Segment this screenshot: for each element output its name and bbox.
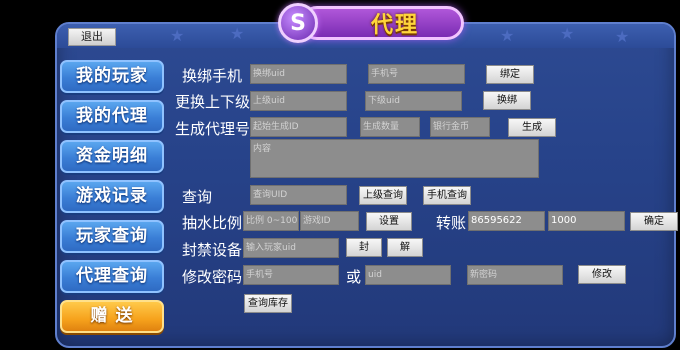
unban-button[interactable]: 解 <box>387 238 423 257</box>
set-rake-button[interactable]: 设置 <box>366 212 412 231</box>
ban-button[interactable]: 封 <box>346 238 382 257</box>
change-password-label: 修改密码 <box>182 268 243 286</box>
star-decoration: ★ <box>170 26 185 45</box>
change-phone-uid-input[interactable]: 换绑uid <box>250 64 347 84</box>
transfer-label: 转账 <box>436 214 467 232</box>
phone-query-button[interactable]: 手机查询 <box>423 186 471 205</box>
rake-ratio-label: 抽水比例 <box>182 214 243 232</box>
agent-logo-icon: S <box>278 3 318 43</box>
sidebar-item-my-players[interactable]: 我的玩家 <box>60 60 164 93</box>
transfer-amount-input[interactable]: 1000 <box>548 211 625 231</box>
generate-button[interactable]: 生成 <box>508 118 556 137</box>
superior-query-button[interactable]: 上级查询 <box>359 186 407 205</box>
query-label: 查询 <box>182 188 213 206</box>
modify-password-button[interactable]: 修改 <box>578 265 626 284</box>
sidebar-item-my-agents[interactable]: 我的代理 <box>60 100 164 133</box>
sidebar-item-game-records[interactable]: 游戏记录 <box>60 180 164 213</box>
star-decoration: ★ <box>230 24 245 43</box>
transfer-confirm-button[interactable]: 确定 <box>630 212 678 231</box>
change-superior-label: 更换上下级 <box>175 93 251 111</box>
password-phone-input[interactable]: 手机号 <box>243 265 339 285</box>
subordinate-uid-input[interactable]: 下级uid <box>365 91 462 111</box>
sidebar-item-agent-query[interactable]: 代理查询 <box>60 260 164 293</box>
rebind-button[interactable]: 换绑 <box>483 91 531 110</box>
rake-ratio-input[interactable]: 比例 0~100 <box>243 211 299 231</box>
superior-uid-input[interactable]: 上级uid <box>250 91 347 111</box>
game-id-input[interactable]: 游戏ID <box>300 211 359 231</box>
query-uid-input[interactable]: 查询UID <box>250 185 347 205</box>
sidebar-item-gift[interactable]: 赠 送 <box>60 300 164 333</box>
ban-uid-input[interactable]: 输入玩家uid <box>243 238 339 258</box>
sidebar-item-funds[interactable]: 资金明细 <box>60 140 164 173</box>
change-phone-number-input[interactable]: 手机号 <box>368 64 465 84</box>
new-password-input[interactable]: 新密码 <box>467 265 563 285</box>
or-label: 或 <box>346 268 362 286</box>
generate-count-input[interactable]: 生成数量 <box>360 117 420 137</box>
bind-button[interactable]: 绑定 <box>486 65 534 84</box>
star-decoration: ★ <box>560 24 575 43</box>
logout-button[interactable]: 退出 <box>68 28 116 46</box>
generate-agent-label: 生成代理号 <box>175 120 251 138</box>
change-phone-label: 换绑手机 <box>182 67 243 85</box>
page-title: 代理 <box>370 13 419 38</box>
star-decoration: ★ <box>500 26 515 45</box>
title-banner: S 代理 <box>278 3 464 43</box>
star-decoration: ★ <box>615 27 630 46</box>
sidebar-item-player-query[interactable]: 玩家查询 <box>60 220 164 253</box>
ban-device-label: 封禁设备 <box>182 241 243 259</box>
content-textarea[interactable]: 内容 <box>250 139 539 178</box>
query-inventory-button[interactable]: 查询库存 <box>244 294 292 313</box>
password-uid-input[interactable]: uid <box>365 265 451 285</box>
start-id-input[interactable]: 起始生成ID <box>250 117 347 137</box>
transfer-account-input[interactable]: 86595622 <box>468 211 545 231</box>
bank-gold-input[interactable]: 银行金币 <box>430 117 490 137</box>
